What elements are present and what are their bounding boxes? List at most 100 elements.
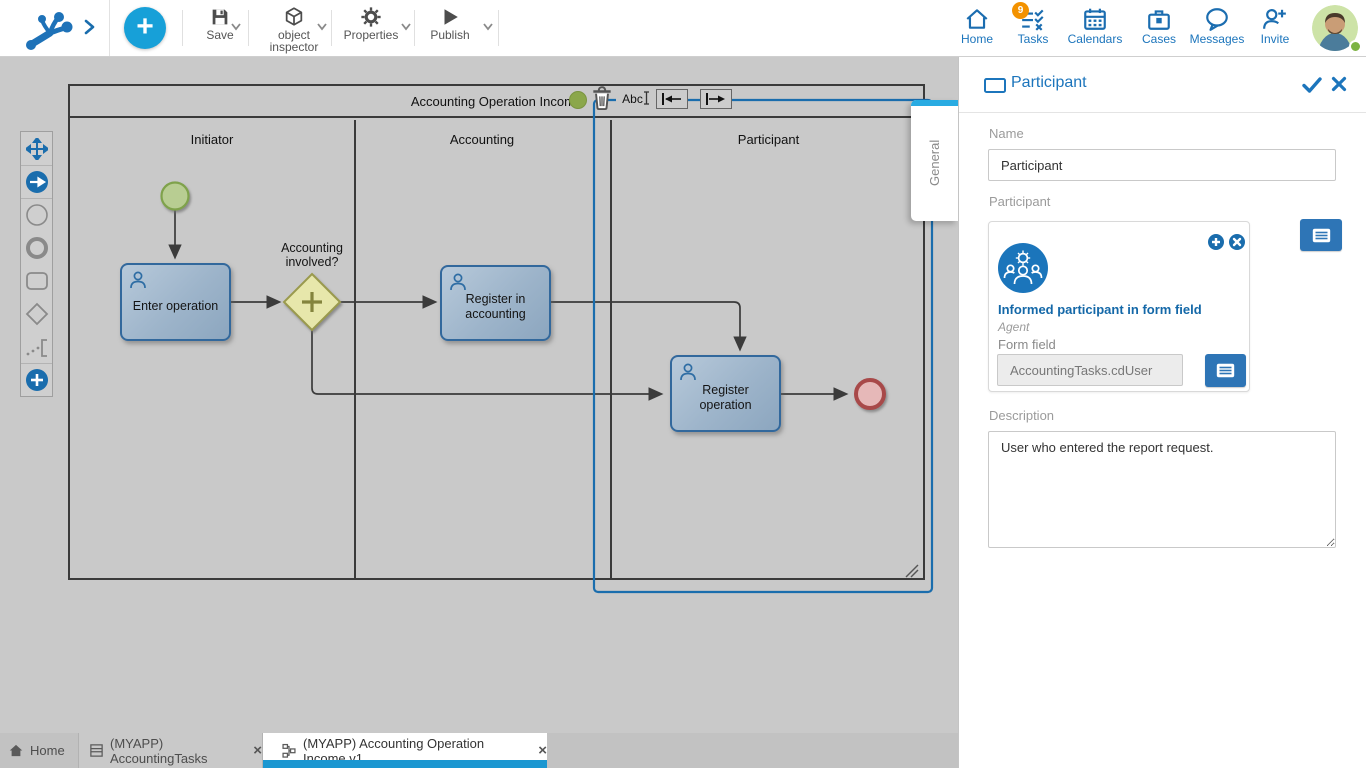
close-icon — [1229, 234, 1245, 250]
active-tab-indicator — [263, 760, 547, 768]
insert-lane-before-icon — [657, 90, 687, 108]
tab-close-icon[interactable]: × — [253, 744, 262, 758]
tab-accounting-tasks[interactable]: (MYAPP) AccountingTasks × — [78, 733, 263, 768]
name-input[interactable] — [988, 149, 1336, 181]
form-field-label: Form field — [998, 337, 1056, 352]
tab-close-icon[interactable]: × — [538, 744, 547, 758]
end-event-node[interactable] — [856, 380, 884, 408]
object-inspector-dropdown-icon[interactable] — [316, 22, 328, 31]
user-status-dot — [1349, 40, 1362, 53]
flyout-tab-label: General — [911, 106, 958, 220]
agent-group-gear-icon — [998, 243, 1048, 293]
apply-button[interactable] — [1302, 76, 1322, 94]
tab-home[interactable]: Home — [8, 733, 76, 768]
card-add-button[interactable] — [1208, 234, 1224, 250]
invite-icon — [1262, 6, 1288, 32]
nav-calendars[interactable]: Calendars — [1062, 6, 1128, 46]
briefcase-icon — [1146, 6, 1172, 32]
calendar-icon — [1082, 6, 1108, 32]
nav-cases[interactable]: Cases — [1136, 6, 1182, 46]
toolbar-separator — [248, 10, 249, 46]
task-label: Register in accounting — [448, 292, 543, 322]
add-element-icon — [25, 368, 49, 392]
end-event-icon — [25, 236, 49, 260]
palette-annotation[interactable] — [21, 330, 52, 363]
pool-resize-handle[interactable] — [906, 565, 918, 577]
insert-lane-before-button[interactable] — [656, 89, 688, 109]
publish-dropdown-icon[interactable] — [482, 22, 494, 31]
properties-dropdown-icon[interactable] — [400, 22, 412, 31]
palette-start-event[interactable] — [21, 198, 52, 231]
gateway-label: Accounting involved? — [262, 241, 362, 270]
record-list-icon — [89, 743, 104, 758]
rename-lane-tool[interactable]: Abc — [616, 90, 656, 109]
properties-flyout-tab[interactable]: General — [911, 100, 958, 221]
task-enter-operation[interactable]: Enter operation — [120, 263, 231, 341]
insert-lane-after-button[interactable] — [700, 89, 732, 109]
properties-panel: Participant Name Participant — [958, 57, 1366, 768]
participant-rule-link[interactable]: Informed participant in form field — [998, 302, 1244, 317]
task-register-in-accounting[interactable]: Register in accounting — [440, 265, 551, 341]
pool-status-dot — [570, 92, 587, 109]
play-icon — [439, 6, 461, 28]
properties-button[interactable]: Properties — [338, 4, 404, 54]
lane-type-icon — [984, 78, 1006, 93]
palette-move-tool[interactable] — [21, 132, 52, 165]
close-panel-button[interactable] — [1331, 76, 1347, 92]
home-icon — [964, 6, 990, 32]
user-task-icon — [448, 272, 468, 292]
palette-gateway[interactable] — [21, 297, 52, 330]
diagram-canvas[interactable]: Accounting Operation Income Initiator Ac… — [0, 57, 958, 733]
panel-title: Participant — [1011, 74, 1087, 92]
nav-tasks[interactable]: 9 Tasks — [1010, 6, 1056, 46]
task-register-operation[interactable]: Register operation — [670, 355, 781, 432]
participant-type-label: Agent — [998, 320, 1029, 334]
save-icon — [209, 6, 231, 28]
nav-cases-label: Cases — [1142, 32, 1176, 46]
save-dropdown-icon[interactable] — [230, 22, 242, 31]
lane-selection-outline[interactable] — [594, 100, 932, 592]
nav-calendars-label: Calendars — [1068, 32, 1123, 46]
shape-palette — [20, 131, 53, 397]
object-inspector-label: object inspector — [258, 29, 330, 53]
nav-home-label: Home — [961, 32, 993, 46]
form-field-picker-button[interactable] — [1205, 354, 1246, 387]
nav-messages[interactable]: Messages — [1186, 6, 1248, 46]
participant-section-label: Participant — [989, 194, 1050, 209]
participant-picker-button[interactable] — [1300, 219, 1342, 251]
plus-icon — [1208, 234, 1224, 250]
gateway-node[interactable] — [284, 274, 340, 330]
text-cursor-icon — [643, 91, 650, 105]
sidebar-expand-icon[interactable] — [82, 18, 96, 36]
task-label: Enter operation — [133, 299, 218, 314]
publish-button[interactable]: Publish — [422, 4, 478, 54]
description-label: Description — [989, 408, 1054, 423]
participant-card: Informed participant in form field Agent… — [988, 221, 1250, 392]
start-event-node[interactable] — [162, 183, 189, 210]
home-icon — [8, 743, 24, 758]
process-diagram-icon — [281, 743, 297, 758]
card-remove-button[interactable] — [1229, 234, 1245, 250]
palette-connector-tool[interactable] — [21, 165, 52, 198]
palette-end-event[interactable] — [21, 231, 52, 264]
description-textarea[interactable]: User who entered the report request. — [988, 431, 1336, 548]
annotation-icon — [25, 336, 49, 358]
delete-lane-icon[interactable] — [589, 85, 615, 111]
app-logo-box[interactable] — [0, 0, 110, 56]
rename-label: Abc — [622, 92, 643, 106]
tab-label: Home — [30, 743, 65, 758]
task-label: Register operation — [678, 383, 773, 413]
connector-arrow-icon — [25, 170, 49, 194]
move-icon — [26, 138, 48, 160]
add-button[interactable]: + — [124, 7, 166, 49]
palette-add-element[interactable] — [21, 363, 52, 396]
nav-home[interactable]: Home — [954, 6, 1000, 46]
comindware-logo-icon — [22, 6, 74, 52]
cube-icon — [283, 6, 305, 28]
nav-invite[interactable]: Invite — [1254, 6, 1296, 46]
nav-invite-label: Invite — [1261, 32, 1290, 46]
top-toolbar: + Save object inspector — [0, 0, 1366, 57]
form-field-input[interactable] — [997, 354, 1183, 386]
toolbar-separator — [331, 10, 332, 46]
palette-task[interactable] — [21, 264, 52, 297]
